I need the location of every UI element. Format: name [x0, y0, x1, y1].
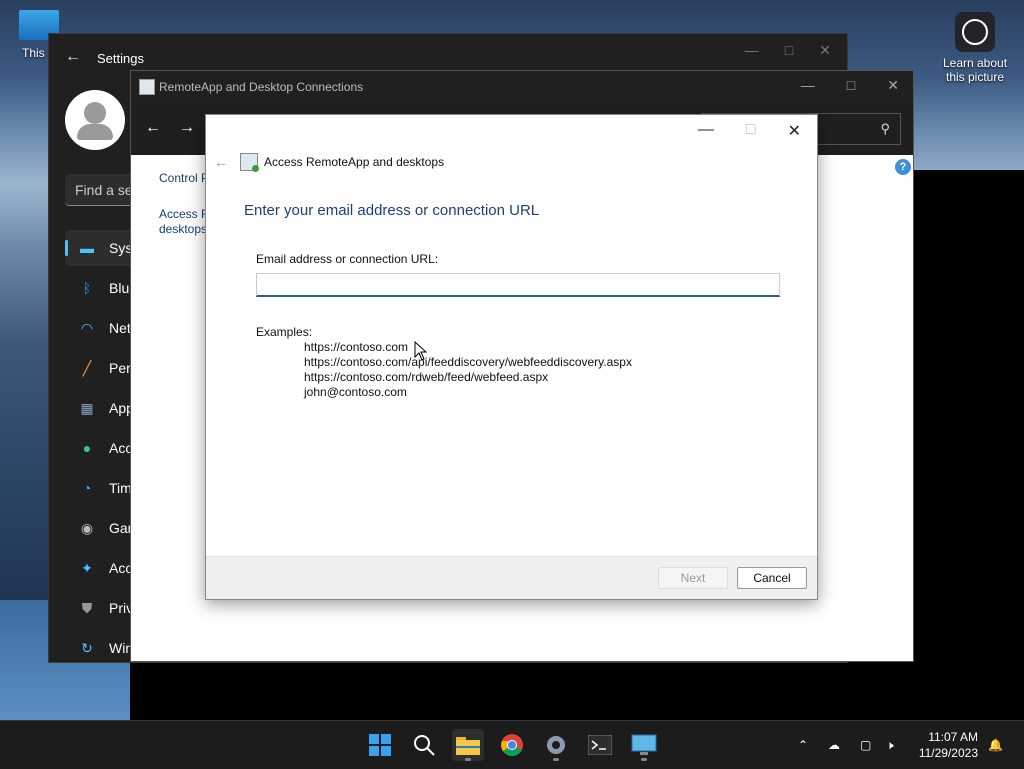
accessibility-icon: ✦ [81, 559, 93, 576]
close-icon[interactable]: ✕ [819, 42, 831, 59]
clock-time: 11:07 AM [928, 730, 978, 744]
sidebar-item-label: Tim [109, 480, 132, 496]
person-icon: ● [82, 440, 92, 456]
remoteapp-icon [240, 153, 259, 172]
dialog-footer: Next Cancel [206, 556, 817, 599]
learn-label-1: Learn about [942, 56, 1008, 70]
notification-bell-icon[interactable]: 🔔 [988, 721, 1003, 769]
settings-button[interactable] [540, 729, 572, 761]
sidebar-item-label: Net [109, 320, 131, 336]
sidebar-item-label: Acc [109, 440, 133, 456]
example-item: john@contoso.com [304, 385, 407, 399]
wifi-icon: ◠ [80, 319, 94, 336]
bluetooth-icon: ᛒ [82, 280, 92, 296]
shield-icon: ⛊ [81, 599, 93, 616]
settings-window-controls: — □ ✕ [745, 42, 831, 59]
access-remoteapp-link-2[interactable]: desktops [159, 222, 207, 236]
file-explorer-button[interactable] [452, 729, 484, 761]
folder-icon [456, 737, 480, 755]
back-arrow-icon[interactable]: ← [65, 48, 81, 66]
chrome-button[interactable] [496, 729, 528, 761]
remote-desktop-icon [631, 734, 657, 755]
remoteapp-icon [139, 79, 155, 95]
examples-label: Examples: [256, 325, 313, 339]
dialog-heading: Enter your email address or connection U… [244, 202, 540, 219]
volume-muted-icon[interactable]: 🕨 [886, 721, 894, 769]
terminal-icon [588, 735, 612, 755]
desktop-black-area-bottom [130, 662, 1024, 720]
apps-icon: ▦ [80, 399, 94, 416]
show-hidden-icons[interactable]: ⌃ [798, 721, 808, 769]
remoteapp-titlebar: RemoteApp and Desktop Connections — □ ✕ [131, 71, 913, 103]
clock[interactable]: 11:07 AM 11/29/2023 [919, 729, 978, 761]
chrome-icon [501, 734, 523, 756]
remoteapp-title: RemoteApp and Desktop Connections [159, 80, 364, 94]
back-arrow-icon[interactable]: ← [145, 119, 161, 137]
forward-arrow-icon[interactable]: → [179, 119, 195, 137]
minimize-icon[interactable]: — [801, 77, 815, 94]
example-item: https://contoso.com [304, 340, 409, 354]
url-field-label: Email address or connection URL: [256, 252, 439, 266]
sidebar-item-label: Acc [109, 560, 133, 576]
example-item: https://contoso.com/api/feeddiscovery/we… [304, 355, 632, 369]
back-arrow-icon[interactable]: ← [214, 154, 228, 170]
close-icon[interactable]: ✕ [887, 77, 899, 94]
gear-icon [547, 736, 565, 754]
update-icon: ↻ [81, 639, 93, 656]
brush-icon: ╱ [82, 359, 92, 376]
examples-list: https://contoso.com https://contoso.com/… [304, 340, 632, 400]
onedrive-icon[interactable]: ☁ [828, 721, 840, 769]
clock-globe-icon: ◔ [82, 480, 92, 496]
clock-date: 11/29/2023 [918, 746, 978, 760]
windows-logo-icon [369, 734, 391, 756]
learn-label-2: this picture [945, 70, 1005, 84]
access-remoteapp-dialog: — □ ✕ ← Access RemoteApp and desktops En… [205, 114, 818, 600]
avatar[interactable] [65, 90, 125, 150]
gamepad-icon: ◉ [80, 519, 94, 536]
close-icon[interactable]: ✕ [788, 121, 801, 141]
maximize-icon: □ [745, 121, 756, 138]
minimize-icon[interactable]: — [745, 42, 759, 59]
minimize-icon[interactable]: — [698, 121, 714, 141]
next-button[interactable]: Next [658, 567, 728, 589]
dialog-title: Access RemoteApp and desktops [264, 155, 445, 169]
camera-icon [955, 12, 995, 52]
settings-title: Settings [97, 51, 144, 66]
access-remoteapp-link-1[interactable]: Access R [159, 207, 210, 221]
search-button[interactable] [408, 729, 440, 761]
maximize-icon[interactable]: □ [785, 42, 793, 59]
mouse-cursor-icon [414, 341, 428, 361]
network-icon[interactable]: ▢ [860, 721, 871, 769]
maximize-icon[interactable]: □ [847, 77, 855, 94]
search-icon: ⚲ [880, 121, 890, 136]
terminal-button[interactable] [584, 729, 616, 761]
example-item: https://contoso.com/rdweb/feed/webfeed.a… [304, 370, 549, 384]
monitor-icon: ▬ [80, 240, 94, 256]
connection-url-input[interactable] [256, 273, 780, 297]
control-panel-link[interactable]: Control P [159, 171, 209, 185]
start-button[interactable] [364, 729, 396, 761]
help-icon[interactable]: ? [895, 159, 911, 175]
search-icon [414, 735, 435, 756]
remote-desktop-button[interactable] [628, 729, 660, 761]
learn-about-picture-icon[interactable]: Learn about this picture [940, 12, 1010, 84]
taskbar: ⌃ ☁ ▢ 🕨 11:07 AM 11/29/2023 🔔 [0, 720, 1024, 769]
cancel-button[interactable]: Cancel [737, 567, 807, 589]
